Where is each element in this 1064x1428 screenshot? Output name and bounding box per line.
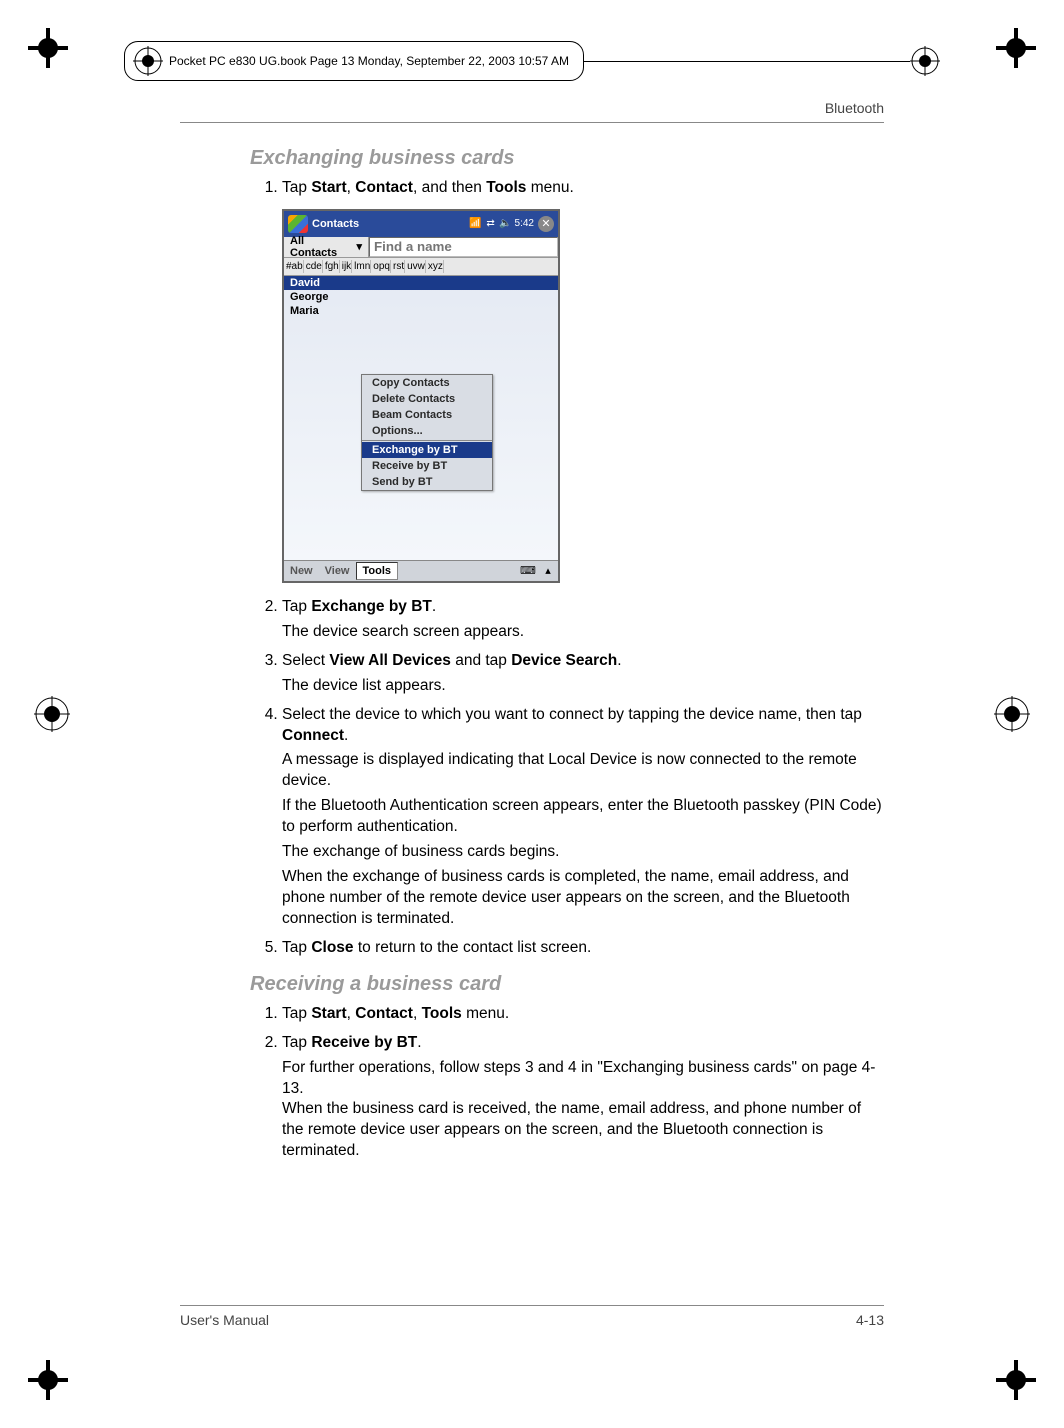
s2-step-2-sub: For further operations, follow steps 3 a… bbox=[282, 1058, 884, 1163]
step-2: Tap Exchange by BT. The device search sc… bbox=[282, 597, 884, 643]
crop-mark-bl bbox=[28, 1360, 68, 1400]
chevron-down-icon: ▾ bbox=[356, 240, 362, 253]
app-title: Contacts bbox=[312, 218, 470, 230]
find-name-input[interactable] bbox=[369, 237, 558, 257]
step-4-p2: If the Bluetooth Authentication screen a… bbox=[282, 796, 884, 838]
all-contacts-label: All Contacts bbox=[290, 235, 353, 259]
footer-left: User's Manual bbox=[180, 1312, 269, 1328]
menu-item[interactable]: Copy Contacts bbox=[362, 375, 492, 391]
alpha-tab[interactable]: lmn bbox=[354, 260, 371, 273]
menu-item[interactable]: Receive by BT bbox=[362, 458, 492, 474]
header-line bbox=[584, 61, 910, 62]
header-target-icon bbox=[133, 46, 163, 76]
new-button[interactable]: New bbox=[284, 563, 319, 579]
menu-item[interactable]: Beam Contacts bbox=[362, 407, 492, 423]
footer-right: 4-13 bbox=[856, 1312, 884, 1328]
alpha-tab[interactable]: uvw bbox=[407, 260, 426, 273]
sync-icon: ⇄ bbox=[485, 218, 497, 230]
menu-item[interactable]: Delete Contacts bbox=[362, 391, 492, 407]
view-button[interactable]: View bbox=[319, 563, 356, 579]
contact-row[interactable]: Maria bbox=[284, 304, 558, 318]
registration-target-left bbox=[34, 696, 70, 732]
section-title-receiving: Receiving a business card bbox=[250, 973, 884, 996]
alpha-tab[interactable]: rst bbox=[393, 260, 405, 273]
section-title-exchanging: Exchanging business cards bbox=[250, 147, 884, 170]
up-arrow-icon[interactable]: ▴ bbox=[538, 564, 558, 577]
step-4-p1: A message is displayed indicating that L… bbox=[282, 750, 884, 792]
s2-step-1: Tap Start, Contact, Tools menu. bbox=[282, 1004, 884, 1025]
step-4-p4: When the exchange of business cards is c… bbox=[282, 867, 884, 930]
header-target-icon-right bbox=[910, 46, 940, 76]
bottom-bar: New View Tools ⌨ ▴ bbox=[284, 560, 558, 581]
status-tray: 📶 ⇄ 🔈 5:42 bbox=[470, 218, 534, 230]
contact-row[interactable]: George bbox=[284, 290, 558, 304]
signal-icon: 📶 bbox=[470, 218, 482, 230]
framemaker-header-bar: Pocket PC e830 UG.book Page 13 Monday, S… bbox=[124, 46, 940, 76]
alpha-tab[interactable]: ijk bbox=[342, 260, 352, 273]
step-1: Tap Start, Contact, and then Tools menu. bbox=[282, 178, 884, 199]
step-4-p3: The exchange of business cards begins. bbox=[282, 842, 884, 863]
crop-mark-br bbox=[996, 1360, 1036, 1400]
menu-item[interactable]: Send by BT bbox=[362, 474, 492, 490]
speaker-icon: 🔈 bbox=[500, 218, 512, 230]
step-3-sub: The device list appears. bbox=[282, 676, 884, 697]
page-body: Bluetooth Exchanging business cards Tap … bbox=[180, 100, 884, 1328]
page-footer: User's Manual 4-13 bbox=[180, 1305, 884, 1328]
menu-item[interactable]: Options... bbox=[362, 423, 492, 439]
header-text: Pocket PC e830 UG.book Page 13 Monday, S… bbox=[169, 54, 569, 68]
alpha-index: #abcdefghijklmnopqrstuvwxyz bbox=[284, 258, 558, 276]
running-head: Bluetooth bbox=[180, 100, 884, 123]
header-oval: Pocket PC e830 UG.book Page 13 Monday, S… bbox=[124, 41, 584, 81]
menu-item[interactable]: Exchange by BT bbox=[362, 442, 492, 458]
ss-titlebar: Contacts 📶 ⇄ 🔈 5:42 ✕ bbox=[284, 211, 558, 237]
step-4: Select the device to which you want to c… bbox=[282, 705, 884, 930]
registration-target-right bbox=[994, 696, 1030, 732]
contact-list: DavidGeorgeMaria Copy ContactsDelete Con… bbox=[284, 276, 558, 560]
alpha-tab[interactable]: fgh bbox=[325, 260, 340, 273]
pocketpc-screenshot: Contacts 📶 ⇄ 🔈 5:42 ✕ All Contacts ▾ #ab… bbox=[282, 209, 560, 583]
clock-text: 5:42 bbox=[515, 218, 534, 229]
menu-separator bbox=[362, 440, 492, 441]
contact-row[interactable]: David bbox=[284, 276, 558, 290]
s2-step-2: Tap Receive by BT. For further operation… bbox=[282, 1033, 884, 1163]
alpha-tab[interactable]: opq bbox=[373, 260, 391, 273]
tools-menu: Copy ContactsDelete ContactsBeam Contact… bbox=[361, 374, 493, 491]
step-5: Tap Close to return to the contact list … bbox=[282, 938, 884, 959]
tools-button[interactable]: Tools bbox=[356, 562, 399, 580]
alpha-tab[interactable]: cde bbox=[306, 260, 323, 273]
alpha-tab[interactable]: #ab bbox=[286, 260, 304, 273]
step-3: Select View All Devices and tap Device S… bbox=[282, 651, 884, 697]
crop-mark-tr bbox=[996, 28, 1036, 68]
step-2-sub: The device search screen appears. bbox=[282, 622, 884, 643]
close-icon[interactable]: ✕ bbox=[538, 216, 554, 232]
alpha-tab[interactable]: xyz bbox=[428, 260, 444, 273]
crop-mark-tl bbox=[28, 28, 68, 68]
keyboard-icon[interactable]: ⌨ bbox=[518, 564, 538, 577]
all-contacts-dropdown[interactable]: All Contacts ▾ bbox=[284, 237, 369, 257]
start-flag-icon[interactable] bbox=[288, 215, 308, 233]
